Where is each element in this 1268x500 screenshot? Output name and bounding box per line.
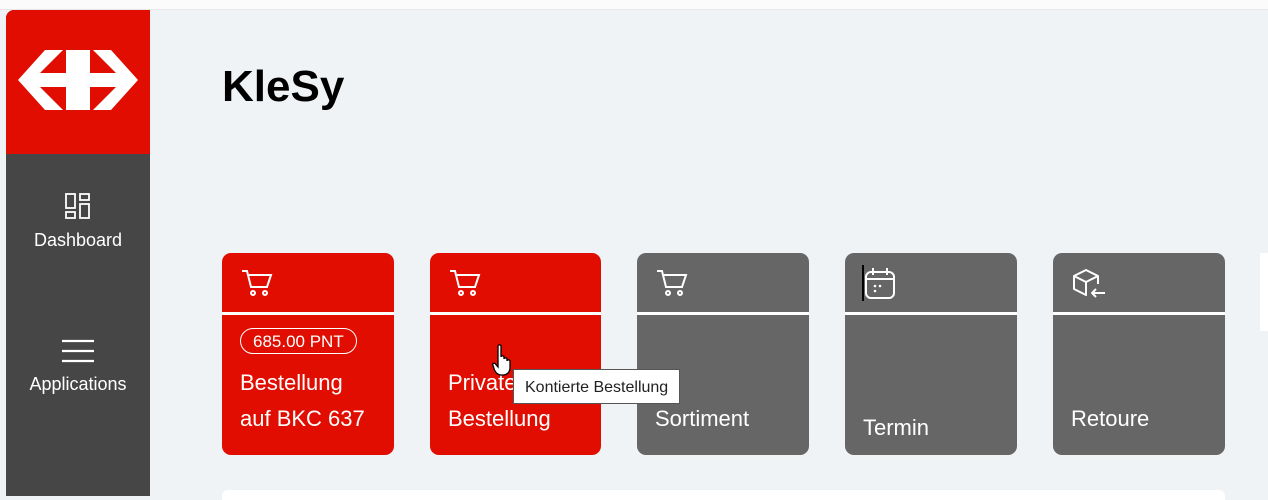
tile-label-line2: Bestellung	[448, 406, 551, 431]
tile-divider	[637, 312, 809, 315]
cart-icon	[242, 270, 273, 296]
content-panel	[222, 490, 1225, 500]
tile-label-line1: Bestellung	[240, 370, 343, 395]
tile-retoure[interactable]: Retoure	[1053, 253, 1225, 455]
tile-label: Sortiment	[655, 406, 750, 431]
menu-icon	[62, 339, 94, 363]
sbb-logo[interactable]	[6, 10, 150, 154]
offscreen-card-edge	[1260, 253, 1268, 331]
dashboard-icon	[65, 193, 90, 219]
tile-termin[interactable]: Termin	[845, 253, 1017, 455]
calendar-icon	[865, 268, 895, 299]
points-badge: 685.00 PNT	[240, 328, 357, 354]
top-border	[0, 0, 1268, 10]
cart-icon	[450, 270, 481, 296]
sidebar: Dashboard Applications	[6, 10, 150, 496]
page-title: KleSy	[222, 62, 345, 111]
tile-bestellung-bkc[interactable]: 685.00 PNT Bestellung auf BKC 637	[222, 253, 394, 455]
cart-icon	[657, 270, 688, 296]
tile-divider	[1053, 312, 1225, 315]
tile-divider	[845, 312, 1017, 315]
tile-label-line2: auf BKC 637	[240, 406, 365, 431]
hand-cursor-icon	[492, 344, 511, 376]
sidebar-item-label: Applications	[29, 374, 127, 394]
tile-divider	[430, 312, 601, 315]
box-return-icon	[1073, 269, 1105, 298]
sidebar-item-dashboard[interactable]: Dashboard	[6, 192, 150, 251]
sbb-logo-icon	[18, 50, 138, 110]
tile-divider	[222, 312, 394, 315]
sidebar-item-label: Dashboard	[33, 230, 123, 250]
tile-sortiment[interactable]: Sortiment	[637, 253, 809, 455]
sidebar-item-applications[interactable]: Applications	[6, 338, 150, 395]
text-cursor	[862, 265, 864, 301]
tooltip: Kontierte Bestellung	[513, 369, 681, 404]
tile-label: Termin	[863, 415, 930, 440]
tile-label: Retoure	[1071, 406, 1150, 431]
